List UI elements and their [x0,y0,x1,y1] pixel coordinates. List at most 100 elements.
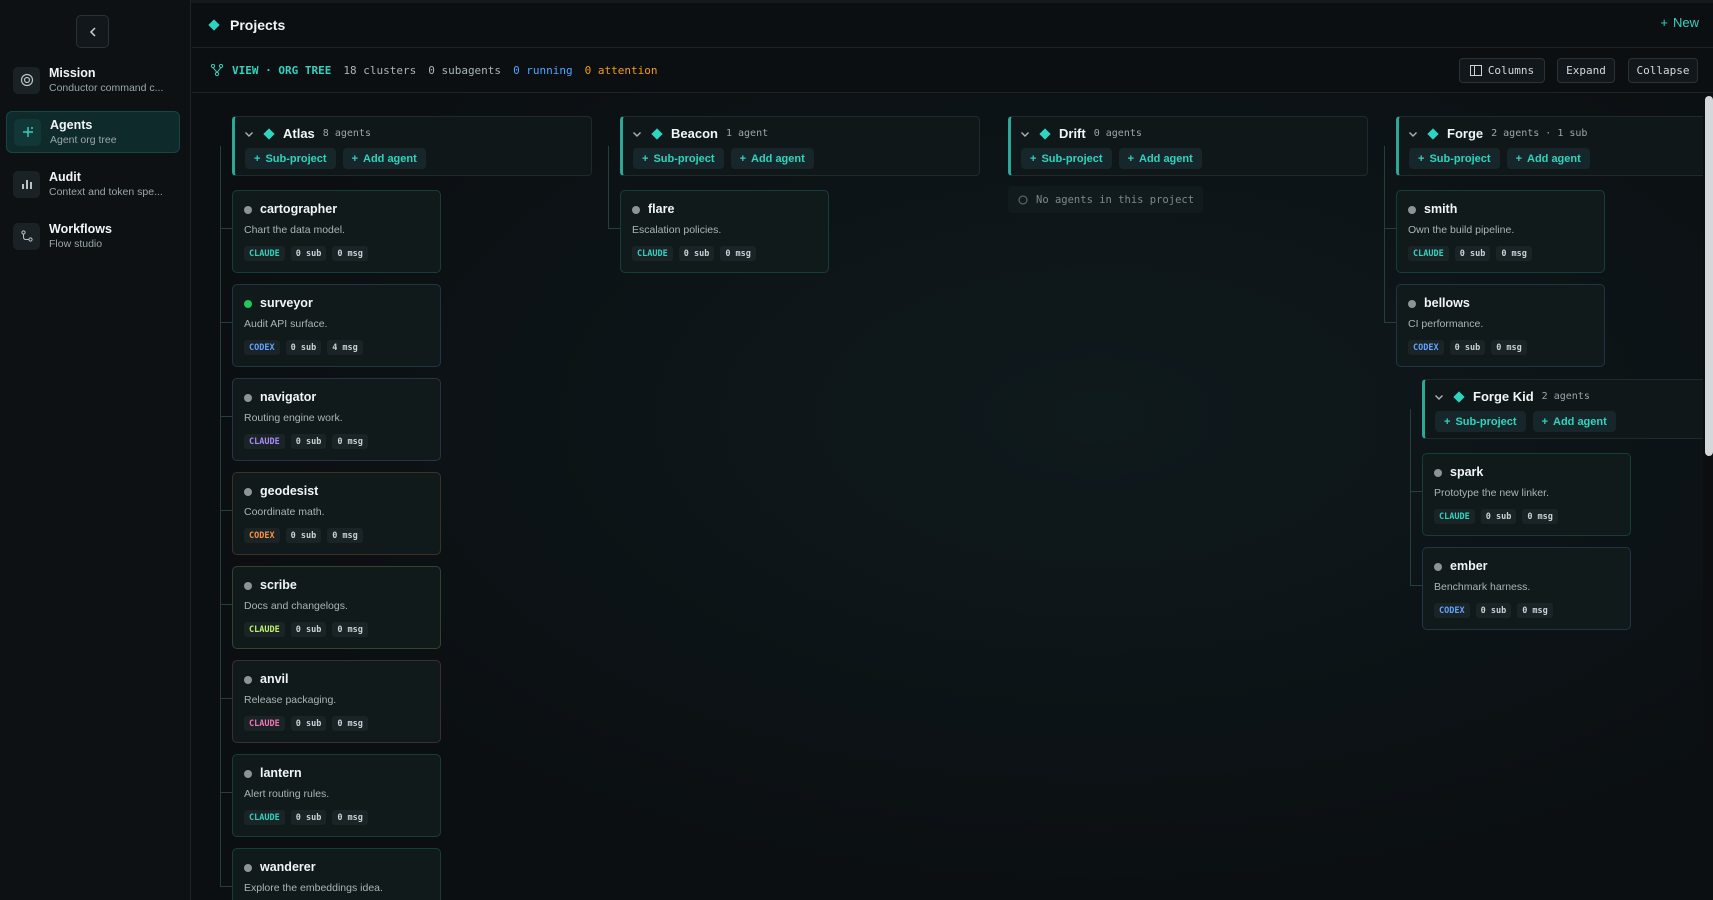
agent-card[interactable]: anvil Release packaging. CLAUDE 0 sub 0 msg [232,660,441,743]
page-title: Projects [230,17,286,33]
cluster-name: Drift [1059,126,1086,141]
message-badge: 0 msg [1517,603,1553,618]
agent-description: Release packaging. [244,694,337,706]
vertical-scrollbar[interactable] [1705,96,1713,456]
org-tree-icon [210,63,224,77]
subagent-badge: 0 sub [1454,246,1491,261]
plus-icon: + [1515,152,1522,165]
chevron-down-icon[interactable] [1019,127,1033,141]
agent-card[interactable]: navigator Routing engine work. CLAUDE 0 sub… [232,378,441,461]
status-dot [244,582,252,590]
sidebar-item-agents[interactable]: Agents Agent org tree [6,111,180,153]
status-dot [1434,469,1442,477]
add-agent-label: Add agent [1553,415,1607,428]
sub-project-label: Sub-project [1041,152,1103,165]
plus-icon: + [642,152,649,165]
cluster-atlas: Atlas 8 agents + Sub-project + Add agent [232,116,592,176]
sidebar-item-audit[interactable]: Audit Context and token spe... [6,163,180,205]
attention-count: 0 attention [584,63,658,77]
agent-card[interactable]: lantern Alert routing rules. CLAUDE 0 sub 0 … [232,754,441,837]
agent-card[interactable]: bellows CI performance. CODEX 0 sub 0 msg [1396,284,1605,367]
collapse-label: Collapse [1636,64,1690,77]
sidebar-collapse-button[interactable] [76,15,109,48]
cluster-agent-count: 0 agents [1093,128,1142,139]
cluster-agent-count: 8 agents [322,128,371,139]
add-agent-button[interactable]: + Add agent [1506,148,1590,169]
agent-description: Chart the data model. [244,224,345,236]
plus-icon: + [351,152,358,165]
tree-connector [220,146,221,886]
add-sub-project-button[interactable]: + Sub-project [633,148,724,169]
cluster-beacon: Beacon 1 agent + Sub-project + Add agent [620,116,980,176]
cluster-name: Atlas [283,126,315,141]
add-agent-button[interactable]: + Add agent [1532,411,1616,432]
model-badge: CLAUDE [244,716,285,731]
agent-badges: CODEX 0 sub 4 msg [244,340,363,355]
cluster-header: Atlas 8 agents [243,126,371,141]
sidebar-item-workflows[interactable]: Workflows Flow studio [6,215,180,257]
agent-card[interactable]: geodesist Coordinate math. CODEX 0 sub 0 msg [232,472,441,555]
tree-connector [220,416,232,417]
model-badge: CODEX [244,528,280,543]
tree-connector [1384,146,1385,322]
add-agent-label: Add agent [1527,152,1581,165]
agent-description: CI performance. [1408,318,1484,330]
diamond-icon [651,127,663,140]
diamond-icon [208,19,220,31]
expand-button[interactable]: Expand [1557,58,1615,83]
status-dot [244,864,252,872]
subagent-badge: 0 sub [678,246,715,261]
add-agent-button[interactable]: + Add agent [342,148,426,169]
agent-description: Docs and changelogs. [244,600,348,612]
collapse-button[interactable]: Collapse [1628,58,1698,83]
sidebar-item-subtitle: Agent org tree [50,133,117,146]
agent-card[interactable]: surveyor Audit API surface. CODEX 0 sub 4 ms… [232,284,441,367]
add-agent-button[interactable]: + Add agent [730,148,814,169]
add-agent-button[interactable]: + Add agent [1118,148,1202,169]
cluster-drift: Drift 0 agents + Sub-project + Add agent [1008,116,1368,176]
add-sub-project-button[interactable]: + Sub-project [245,148,336,169]
tree-connector [220,792,232,793]
chevron-down-icon[interactable] [243,127,257,141]
message-badge: 0 msg [720,246,756,261]
model-badge: CLAUDE [632,246,673,261]
agent-card[interactable]: smith Own the build pipeline. CLAUDE 0 sub 0… [1396,190,1605,273]
agent-card[interactable]: scribe Docs and changelogs. CLAUDE 0 sub 0 m… [232,566,441,649]
model-badge: CLAUDE [244,434,285,449]
cluster-header: Drift 0 agents [1019,126,1142,141]
agent-card[interactable]: ember Benchmark harness. CODEX 0 sub 0 msg [1422,547,1631,630]
agent-name: scribe [260,578,297,592]
chevron-down-icon[interactable] [1433,390,1447,404]
agent-card[interactable]: wanderer Explore the embeddings idea. [232,848,441,900]
cluster-header: Forge 2 agents · 1 sub [1407,126,1587,141]
agent-name: lantern [260,766,302,780]
agent-name: ember [1450,559,1488,573]
status-dot [1434,563,1442,571]
agent-card[interactable]: spark Prototype the new linker. CLAUDE 0 su… [1422,453,1631,536]
status-dot [1408,206,1416,214]
new-project-button[interactable]: + New [1660,15,1699,30]
chevron-down-icon[interactable] [631,127,645,141]
agent-name: geodesist [260,484,319,498]
cluster-agent-count: 1 agent [725,128,769,139]
add-sub-project-button[interactable]: + Sub-project [1409,148,1500,169]
agent-card[interactable]: flare Escalation policies. CLAUDE 0 sub 0 ms… [620,190,829,273]
add-sub-project-button[interactable]: + Sub-project [1021,148,1112,169]
cluster-agent-count: 2 agents · 1 sub [1491,128,1588,139]
agent-card[interactable]: cartographer Chart the data model. CLAUDE 0… [232,190,441,273]
plus-icon: + [1418,152,1425,165]
add-sub-project-button[interactable]: + Sub-project [1435,411,1526,432]
sidebar-item-mission[interactable]: Mission Conductor command c... [6,59,180,101]
columns-button[interactable]: Columns [1459,58,1545,83]
agent-description: Benchmark harness. [1434,581,1531,593]
tree-connector [220,698,232,699]
expand-label: Expand [1566,64,1606,77]
message-badge: 0 msg [332,246,368,261]
agent-badges: CLAUDE 0 sub 0 msg [244,716,368,731]
cluster-name: Beacon [671,126,718,141]
model-badge: CLAUDE [244,622,285,637]
chevron-down-icon[interactable] [1407,127,1421,141]
subagent-badge: 0 sub [1475,603,1512,618]
status-dot [1408,300,1416,308]
sub-project-label: Sub-project [265,152,327,165]
